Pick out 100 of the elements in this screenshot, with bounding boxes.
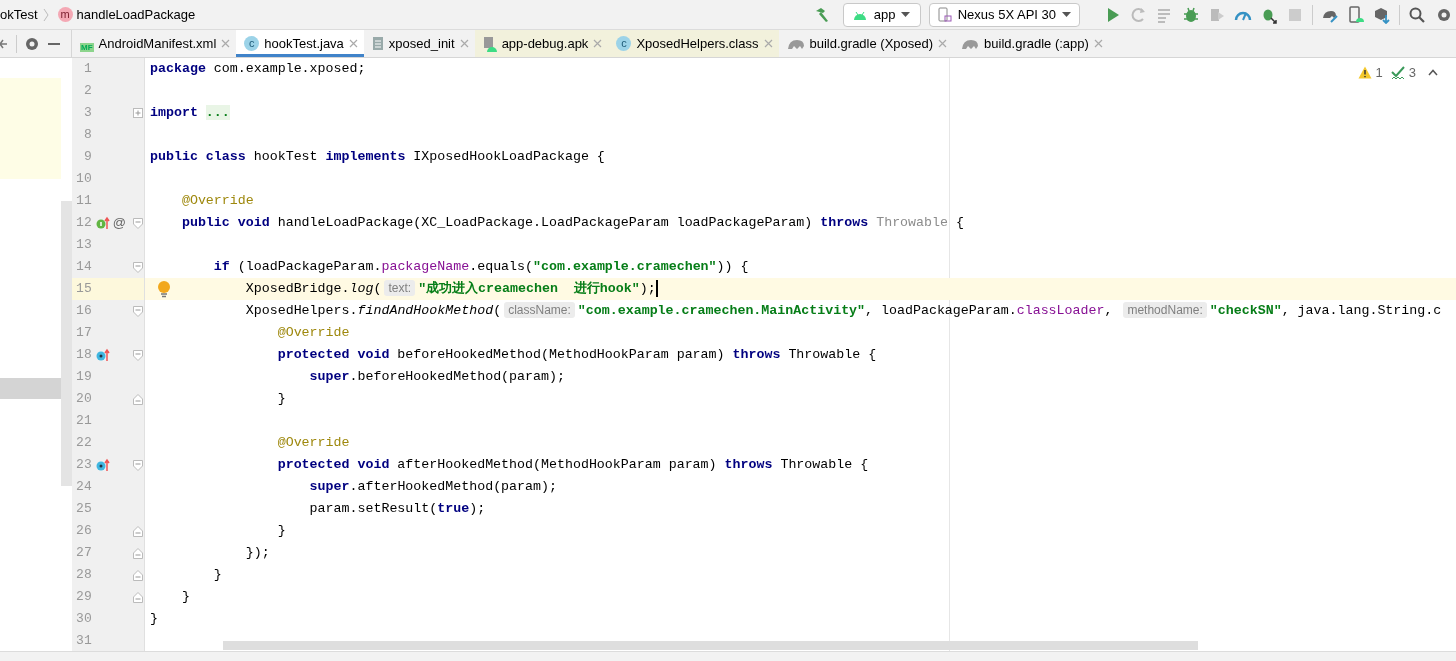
tab-label: build.gradle (Xposed) (809, 34, 934, 53)
close-icon[interactable] (763, 39, 773, 48)
line-number: 18 (75, 346, 92, 365)
line-number: 1 (82, 60, 92, 79)
close-icon[interactable] (348, 39, 358, 48)
tab-label: XposedHelpers.class (636, 34, 759, 53)
line-number: 19 (75, 368, 92, 387)
close-icon[interactable] (221, 39, 231, 48)
sdk-manager-icon[interactable] (1373, 5, 1391, 24)
code-line: XposedHelpers.findAndHookMethod( (245, 303, 502, 318)
file-tab[interactable]: build.gradle (Xposed) (778, 30, 954, 57)
override-marker-icon[interactable] (95, 458, 110, 472)
scrollbar[interactable] (223, 641, 1198, 650)
fold-icon[interactable] (133, 349, 144, 361)
line-number: 21 (75, 412, 92, 431)
file-tab[interactable]: xposed_init (363, 30, 475, 57)
device-manager-icon[interactable] (1347, 5, 1365, 24)
fold-icon[interactable] (133, 459, 144, 471)
code-line: param.setResult(true); (309, 501, 486, 516)
code-line: } (277, 523, 286, 538)
line-number: 26 (75, 522, 92, 541)
fold-icon[interactable] (133, 305, 144, 317)
fold-icon[interactable] (133, 217, 144, 229)
line-number: 13 (75, 236, 92, 255)
close-icon[interactable] (593, 39, 603, 48)
breadcrumb-item[interactable]: okTest (0, 4, 38, 25)
code-line: if (loadPackageParam.packageName.equals("com.example.cramechen")) { (213, 259, 749, 274)
line-number: 28 (75, 566, 92, 585)
annotation-marker[interactable]: @ (112, 213, 126, 233)
close-icon[interactable] (459, 39, 469, 48)
fold-icon[interactable] (133, 393, 144, 405)
code-line: "checkSN", java.lang.String.c (1209, 303, 1442, 318)
tab-label: hookTest.java (264, 34, 344, 53)
line-number: 15 (75, 280, 92, 299)
code-line: XposedBridge.log( (245, 281, 382, 296)
code-line: } (181, 589, 190, 604)
manifest-file-icon: MF (80, 43, 94, 52)
typo-check-icon[interactable] (1390, 65, 1405, 80)
line-number: 8 (82, 126, 92, 145)
unfold-icon[interactable] (133, 108, 144, 118)
code-line: import ... (150, 105, 230, 120)
run-config-dropdown[interactable]: app (842, 2, 921, 27)
code-line: public class hookTest implements IXposedHookLoadPackage { (150, 149, 605, 164)
warning-count: 1 (1375, 64, 1383, 82)
code-line: package com.example.xposed; (150, 61, 366, 76)
method-icon: m (57, 7, 73, 22)
breadcrumb-item[interactable]: handleLoadPackage (76, 4, 196, 25)
warning-icon[interactable] (1357, 66, 1372, 80)
typo-count: 3 (1408, 64, 1416, 82)
fold-icon[interactable] (133, 261, 144, 273)
bug-icon[interactable] (1182, 5, 1200, 24)
tab-label: AndroidManifest.xml (98, 34, 217, 53)
file-tab[interactable]: build.gradle (:app) (953, 30, 1109, 57)
line-number: 16 (75, 302, 92, 321)
override-marker-icon[interactable] (95, 348, 110, 362)
fold-icon[interactable] (133, 569, 144, 581)
code-line: } (213, 567, 222, 582)
code-line: super.beforeHookedMethod(param); (309, 369, 565, 384)
code-line: "成功进入creamechen 进行hook"); (418, 281, 656, 296)
rerun-icon[interactable] (1130, 5, 1148, 24)
fold-icon[interactable] (133, 591, 144, 603)
file-tab[interactable]: c XposedHelpers.class (608, 30, 779, 57)
class-icon: c (244, 36, 260, 51)
line-number: 10 (75, 170, 92, 189)
class-file-icon: c (616, 36, 632, 51)
caret-icon (901, 11, 911, 18)
code-line: } (150, 611, 158, 626)
phone-icon (937, 6, 952, 23)
close-icon[interactable] (1093, 39, 1103, 48)
line-number: 24 (75, 478, 92, 497)
file-tab[interactable]: app-debug.apk (474, 30, 609, 57)
code-line: }); (245, 545, 270, 560)
file-tab[interactable]: MF AndroidManifest.xml (72, 30, 237, 57)
close-icon[interactable] (938, 39, 948, 48)
code-line: @Override (181, 193, 254, 208)
line-number: 3 (82, 104, 92, 123)
code-line: protected void beforeHookedMethod(MethodHookParam param) throws Throwable { (277, 347, 877, 362)
lightbulb-icon[interactable] (157, 280, 171, 298)
line-number: 29 (75, 588, 92, 607)
line-number: 23 (75, 456, 92, 475)
chevron-up-icon[interactable] (1428, 69, 1438, 77)
parameter-hint: text: (384, 280, 416, 297)
search-icon[interactable] (1408, 5, 1426, 24)
fold-icon[interactable] (133, 525, 144, 537)
implement-marker-icon[interactable] (95, 216, 110, 230)
apk-file-icon (482, 35, 497, 52)
tab-label: app-debug.apk (501, 34, 589, 53)
code-line: } (277, 391, 286, 406)
file-tab[interactable]: c hookTest.java (236, 30, 364, 57)
line-number: 22 (75, 434, 92, 453)
chevron-icon (41, 6, 50, 23)
line-number: 17 (75, 324, 92, 343)
line-number: 30 (75, 610, 92, 629)
code-line: protected void afterHookedMethod(MethodHookParam param) throws Throwable { (277, 457, 869, 472)
parameter-hint: className: (504, 302, 575, 319)
settings-icon[interactable] (25, 36, 39, 51)
fold-icon[interactable] (133, 547, 144, 559)
line-number: 2 (82, 82, 92, 101)
device-dropdown[interactable]: Nexus 5X API 30 (928, 2, 1080, 27)
line-number: 11 (75, 192, 92, 211)
